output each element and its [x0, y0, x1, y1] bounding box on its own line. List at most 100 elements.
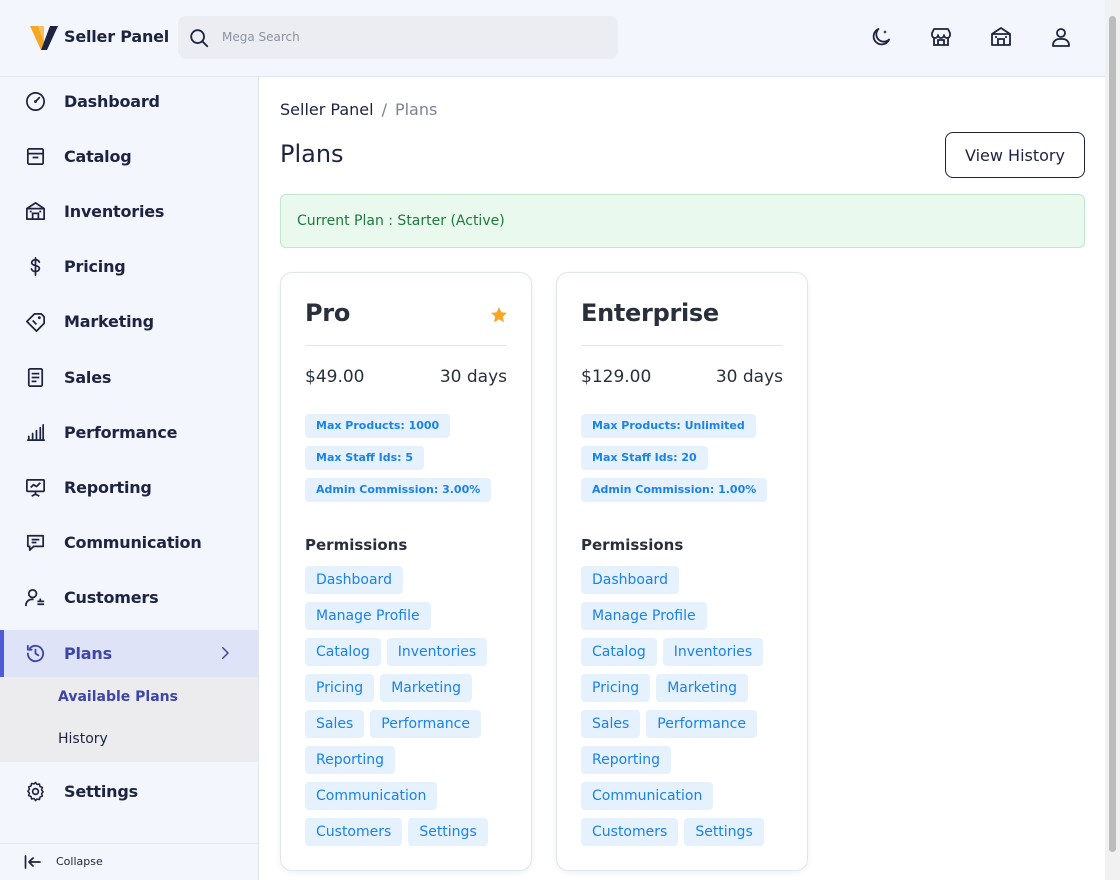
scrollbar-thumb[interactable] [1109, 16, 1116, 852]
sidebar-item-customers[interactable]: Customers [0, 574, 258, 621]
sidebar-item-marketing[interactable]: Marketing [0, 298, 258, 345]
search-input[interactable]: Mega Search [222, 30, 300, 44]
permission-chip: Settings [684, 818, 764, 846]
collapse-sidebar-button[interactable]: Collapse [0, 843, 258, 880]
presentation-icon [26, 478, 45, 497]
sidebar-item-label: Dashboard [64, 92, 160, 111]
dollar-icon [30, 257, 41, 276]
sidebar-item-label: Customers [64, 588, 159, 607]
chat-icon [26, 534, 45, 552]
sidebar-item-sales[interactable]: Sales [0, 354, 258, 401]
brand-name[interactable]: Seller Panel [64, 27, 169, 46]
sidebar-item-label: Plans [64, 644, 112, 663]
breadcrumb-separator: / [381, 100, 387, 119]
sidebar-item-label: Inventories [64, 202, 165, 221]
sidebar-item-label: Performance [64, 423, 178, 442]
theme-toggle-icon[interactable] [869, 25, 893, 49]
permission-chip: Manage Profile [305, 602, 431, 630]
permission-chip: Inventories [662, 638, 764, 666]
permission-chip: Catalog [305, 638, 381, 666]
plan-duration: 30 days [715, 367, 783, 387]
document-icon [27, 368, 44, 387]
permission-chip: Manage Profile [581, 602, 707, 630]
star-icon [491, 307, 507, 323]
permission-chip: Customers [581, 818, 679, 846]
breadcrumb: Seller Panel / Plans [280, 100, 437, 119]
view-history-button[interactable]: View History [945, 132, 1085, 178]
breadcrumb-current: Plans [394, 100, 438, 119]
tag-icon [26, 312, 45, 332]
brand-logo-icon[interactable] [28, 22, 60, 54]
plan-card-pro[interactable]: Pro $49.00 30 days Max Products: 1000 Ma… [280, 272, 532, 871]
breadcrumb-root[interactable]: Seller Panel [280, 100, 374, 119]
gear-icon [27, 781, 44, 802]
user-icon[interactable] [1049, 25, 1073, 49]
plan-limit-badge: Max Staff Ids: 5 [305, 446, 425, 470]
permission-chip: Catalog [581, 638, 657, 666]
sidebar-item-label: Sales [64, 368, 112, 387]
catalog-icon [26, 147, 45, 166]
permissions-title: Permissions [581, 536, 684, 554]
sidebar-item-reporting[interactable]: Reporting [0, 464, 258, 511]
subnav-available-plans[interactable]: Available Plans [58, 689, 178, 705]
collapse-icon [24, 855, 41, 869]
permissions-list: Dashboard Manage Profile Catalog Invento… [581, 566, 787, 846]
permission-chip: Sales [581, 710, 641, 738]
plan-limit-badge: Max Products: Unlimited [581, 414, 756, 438]
permission-chip: Performance [646, 710, 757, 738]
plan-price: $129.00 [581, 367, 652, 387]
sidebar-item-label: Settings [64, 782, 138, 801]
mega-search[interactable]: Mega Search [178, 16, 618, 59]
permission-chip: Settings [408, 818, 488, 846]
permission-chip: Reporting [305, 746, 396, 774]
permissions-title: Permissions [305, 536, 408, 554]
permissions-list: Dashboard Manage Profile Catalog Invento… [305, 566, 511, 846]
current-plan-alert: Current Plan : Starter (Active) [280, 194, 1085, 248]
current-plan-text: Current Plan : Starter (Active) [297, 213, 505, 229]
store-icon[interactable] [929, 25, 953, 49]
permission-chip: Reporting [581, 746, 672, 774]
sidebar-item-catalog[interactable]: Catalog [0, 133, 258, 180]
plan-limit-badge: Admin Commission: 1.00% [581, 478, 768, 502]
plan-card-enterprise[interactable]: Enterprise $129.00 30 days Max Products:… [556, 272, 808, 871]
card-divider [581, 345, 783, 346]
history-icon [26, 644, 45, 663]
sidebar-item-label: Pricing [64, 257, 126, 276]
permission-chip: Inventories [386, 638, 488, 666]
chevron-right-icon[interactable] [216, 644, 234, 662]
permission-chip: Communication [305, 782, 438, 810]
sidebar-item-plans[interactable]: Plans [0, 630, 258, 677]
plan-name: Enterprise [581, 299, 719, 327]
search-icon [190, 29, 209, 48]
sidebar-item-communication[interactable]: Communication [0, 519, 258, 566]
permission-chip: Pricing [581, 674, 651, 702]
customers-icon [25, 588, 45, 607]
plan-name: Pro [305, 299, 351, 327]
collapse-label: Collapse [56, 855, 103, 868]
page-title: Plans [280, 140, 344, 168]
plan-duration: 30 days [439, 367, 507, 387]
permission-chip: Communication [581, 782, 714, 810]
shop-icon[interactable] [989, 25, 1013, 49]
permission-chip: Marketing [380, 674, 472, 702]
sidebar-item-dashboard[interactable]: Dashboard [0, 78, 258, 125]
subnav-history[interactable]: History [58, 731, 108, 747]
sidebar-item-performance[interactable]: Performance [0, 409, 258, 456]
plan-limit-badge: Max Products: 1000 [305, 414, 451, 438]
sidebar-item-pricing[interactable]: Pricing [0, 243, 258, 290]
permission-chip: Customers [305, 818, 403, 846]
page-scrollbar[interactable] [1105, 0, 1120, 880]
sidebar-item-label: Communication [64, 533, 202, 552]
sidebar-item-label: Marketing [64, 312, 154, 331]
top-header: Seller Panel Mega Search [0, 0, 1105, 77]
permission-chip: Sales [305, 710, 365, 738]
inventories-icon [26, 202, 45, 221]
dashboard-icon [26, 92, 45, 111]
sidebar-item-settings[interactable]: Settings [0, 768, 258, 815]
sidebar-item-inventories[interactable]: Inventories [0, 188, 258, 235]
card-divider [305, 345, 507, 346]
permission-chip: Dashboard [305, 566, 403, 594]
plan-limit-badge: Max Staff Ids: 20 [581, 446, 708, 470]
plans-submenu: Available Plans History [0, 677, 258, 762]
bar-chart-icon [26, 423, 45, 442]
